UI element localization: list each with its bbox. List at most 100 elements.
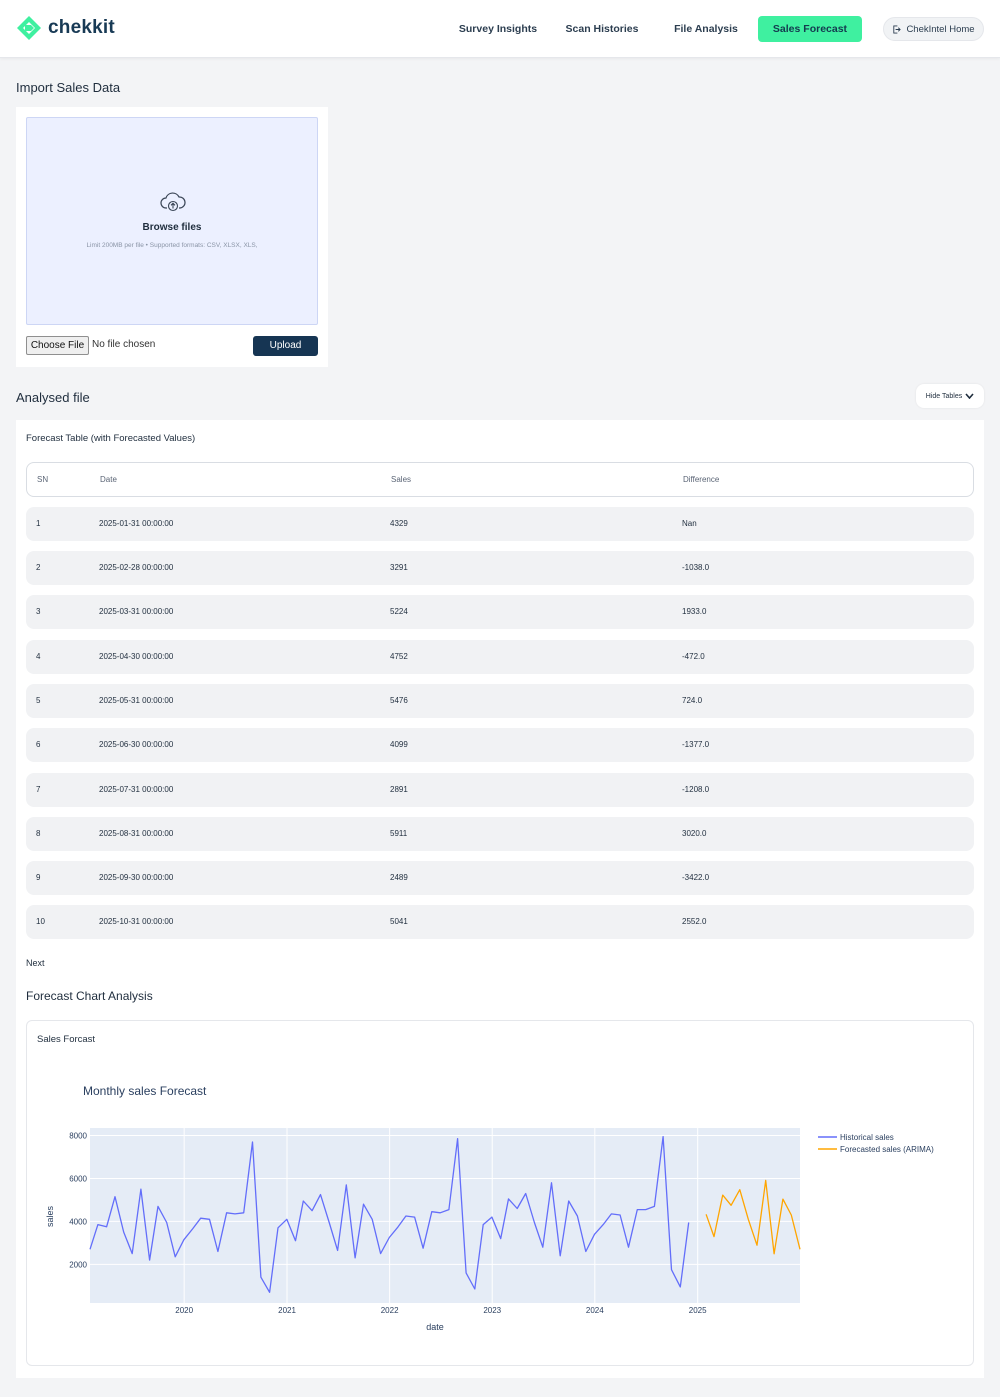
cell-date: 2025-04-30 00:00:00 xyxy=(99,652,174,661)
sales-forecast-chart: 2000 4000 6000 8000 2020 2021 2022 2023 2024 2025… xyxy=(45,1084,934,1332)
chekkit-logo-icon xyxy=(17,16,41,40)
cell-sales: 5224 xyxy=(390,607,408,616)
table-row: 8 2025-08-31 00:00:00 5911 3020.0 xyxy=(26,817,974,851)
cell-date: 2025-08-31 00:00:00 xyxy=(99,829,174,838)
cell-date: 2025-01-31 00:00:00 xyxy=(99,519,174,528)
cell-difference: -1208.0 xyxy=(682,785,710,794)
cell-date: 2025-05-31 00:00:00 xyxy=(99,696,174,705)
cell-sn: 7 xyxy=(36,785,41,794)
cell-date: 2025-07-31 00:00:00 xyxy=(99,785,174,794)
hide-tables-label: Hide Tables xyxy=(925,392,963,400)
table-row: 7 2025-07-31 00:00:00 2891 -1208.0 xyxy=(26,773,974,807)
table-header: SN Date Sales Difference xyxy=(26,462,974,497)
brand-logo[interactable]: chekkit xyxy=(16,15,115,41)
cell-sn: 3 xyxy=(36,607,41,616)
cell-difference: -472.0 xyxy=(682,652,705,661)
column-header-sales: Sales xyxy=(391,475,412,484)
file-dropzone[interactable]: Browse files Limit 200MB per file • Supp… xyxy=(26,117,318,325)
table-row: 5 2025-05-31 00:00:00 5476 724.0 xyxy=(26,684,974,718)
cell-date: 2025-03-31 00:00:00 xyxy=(99,607,174,616)
file-limit-text: Limit 200MB per file • Supported formats… xyxy=(86,242,258,249)
column-header-sn: SN xyxy=(37,475,49,484)
x-tick-label: 2023 xyxy=(483,1306,501,1315)
table-row: 9 2025-09-30 00:00:00 2489 -3422.0 xyxy=(26,861,974,895)
plot-area xyxy=(90,1128,800,1303)
cell-sn: 6 xyxy=(36,740,41,749)
cell-sales: 5041 xyxy=(390,917,408,926)
legend-label: Forecasted sales (ARIMA) xyxy=(840,1145,934,1154)
cell-sn: 9 xyxy=(36,873,41,882)
table-row: 2 2025-02-28 00:00:00 3291 -1038.0 xyxy=(26,551,974,585)
y-tick-label: 4000 xyxy=(69,1217,87,1226)
no-file-chosen-text: No file chosen xyxy=(92,339,156,350)
table-row: 4 2025-04-30 00:00:00 4752 -472.0 xyxy=(26,640,974,674)
x-axis-label: date xyxy=(426,1322,444,1332)
cell-date: 2025-10-31 00:00:00 xyxy=(99,917,174,926)
cell-sn: 8 xyxy=(36,829,41,838)
cell-sn: 1 xyxy=(36,519,41,528)
choose-file-button[interactable]: Choose File xyxy=(26,336,89,355)
import-section-title: Import Sales Data xyxy=(16,80,121,95)
home-button-label: ChekIntel Home xyxy=(906,23,975,35)
column-header-date: Date xyxy=(100,475,117,484)
table-row: 3 2025-03-31 00:00:00 5224 1933.0 xyxy=(26,595,974,629)
x-tick-label: 2021 xyxy=(278,1306,296,1315)
cell-difference: 2552.0 xyxy=(682,917,707,926)
chart-card: Sales Forcast 2000 4000 6000 8000 2020 2021 20… xyxy=(26,1020,974,1366)
cell-sn: 10 xyxy=(36,917,45,926)
cell-difference: 3020.0 xyxy=(682,829,707,838)
y-axis-label: sales xyxy=(45,1205,55,1227)
cell-sales: 4752 xyxy=(390,652,408,661)
cell-difference: -1377.0 xyxy=(682,740,710,749)
cell-sn: 2 xyxy=(36,563,41,572)
table-row: 6 2025-06-30 00:00:00 4099 -1377.0 xyxy=(26,728,974,762)
cloud-upload-icon xyxy=(160,192,186,212)
x-tick-label: 2020 xyxy=(175,1306,193,1315)
cell-sales: 5911 xyxy=(390,829,408,838)
nav-sales-forecast[interactable]: Sales Forecast xyxy=(758,16,862,42)
nav-survey-insights[interactable]: Survey Insights xyxy=(452,16,544,42)
logout-icon xyxy=(893,24,902,34)
cell-difference: -1038.0 xyxy=(682,563,710,572)
nav-file-analysis[interactable]: File Analysis xyxy=(660,16,752,42)
forecast-chart-heading: Forecast Chart Analysis xyxy=(26,989,153,1003)
y-tick-label: 2000 xyxy=(69,1260,87,1269)
browse-files-label[interactable]: Browse files xyxy=(27,222,317,233)
upload-button[interactable]: Upload xyxy=(253,336,318,356)
x-tick-label: 2022 xyxy=(381,1306,399,1315)
analysed-section-title: Analysed file xyxy=(16,390,90,405)
table-row: 10 2025-10-31 00:00:00 5041 2552.0 xyxy=(26,905,974,939)
chekintel-home-button[interactable]: ChekIntel Home xyxy=(883,17,984,41)
top-navbar: chekkit Survey Insights Scan Histories F… xyxy=(0,0,1000,58)
nav-scan-histories[interactable]: Scan Histories xyxy=(556,16,648,42)
cell-sn: 5 xyxy=(36,696,41,705)
cell-date: 2025-06-30 00:00:00 xyxy=(99,740,174,749)
cell-sales: 4099 xyxy=(390,740,408,749)
cell-difference: Nan xyxy=(682,519,697,528)
forecast-table-title: Forecast Table (with Forecasted Values) xyxy=(26,433,196,444)
y-tick-label: 6000 xyxy=(69,1174,87,1183)
cell-sales: 3291 xyxy=(390,563,408,572)
cell-difference: -3422.0 xyxy=(682,873,710,882)
cell-sales: 4329 xyxy=(390,519,408,528)
brand-name: chekkit xyxy=(48,17,115,38)
analysis-card: Forecast Table (with Forecasted Values) … xyxy=(16,420,984,1378)
cell-difference: 1933.0 xyxy=(682,607,707,616)
cell-sn: 4 xyxy=(36,652,41,661)
y-tick-label: 8000 xyxy=(69,1132,87,1141)
table-row: 1 2025-01-31 00:00:00 4329 Nan xyxy=(26,507,974,541)
cell-sales: 5476 xyxy=(390,696,408,705)
cell-sales: 2489 xyxy=(390,873,408,882)
cell-difference: 724.0 xyxy=(682,696,703,705)
chevron-down-icon xyxy=(965,393,974,399)
legend-label: Historical sales xyxy=(840,1133,894,1142)
upload-card: Browse files Limit 200MB per file • Supp… xyxy=(16,107,328,367)
x-tick-label: 2024 xyxy=(586,1306,604,1315)
chart-title: Monthly sales Forecast xyxy=(83,1084,207,1098)
x-tick-label: 2025 xyxy=(689,1306,707,1315)
next-page-link[interactable]: Next xyxy=(26,958,45,968)
column-header-difference: Difference xyxy=(683,475,720,484)
cell-sales: 2891 xyxy=(390,785,408,794)
cell-date: 2025-09-30 00:00:00 xyxy=(99,873,174,882)
hide-tables-button[interactable]: Hide Tables xyxy=(916,384,984,408)
